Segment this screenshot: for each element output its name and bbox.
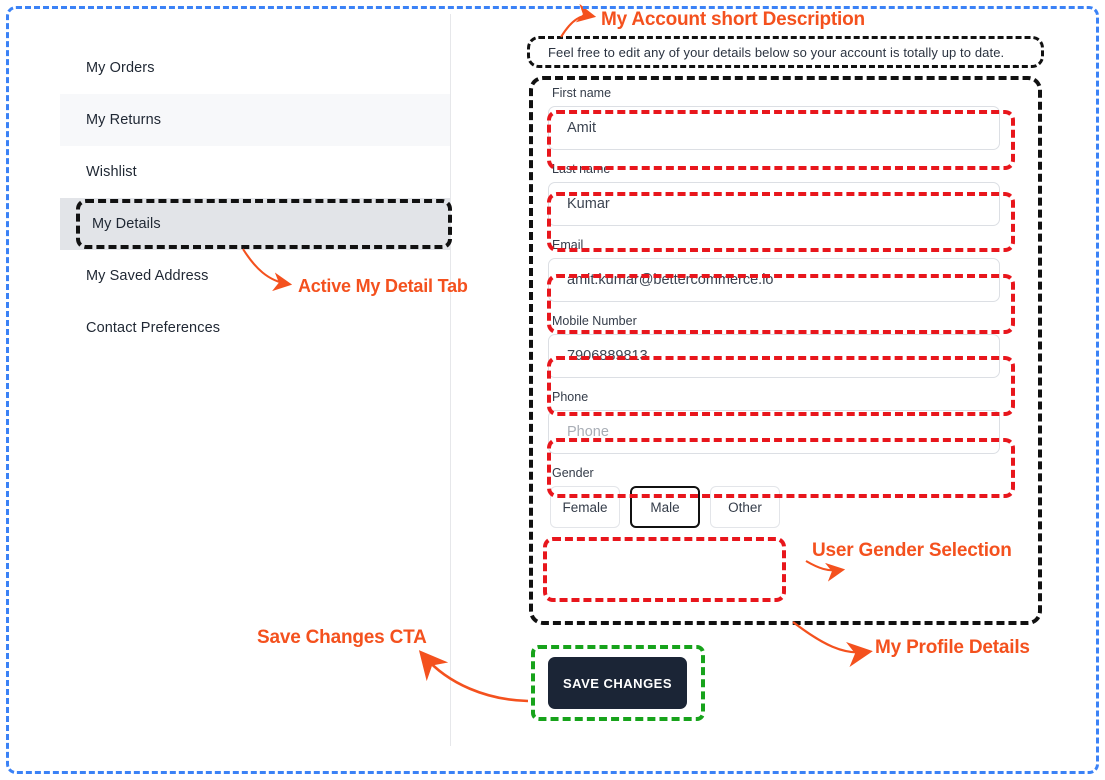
- sidebar-item-label: Wishlist: [86, 164, 137, 180]
- email-label: Email: [552, 238, 584, 252]
- sidebar-item-my-orders[interactable]: My Orders: [60, 42, 450, 94]
- gender-option-male[interactable]: Male: [630, 486, 700, 528]
- field-first-name: First name Amit: [548, 84, 1012, 150]
- gender-option-other[interactable]: Other: [710, 486, 780, 528]
- phone-input[interactable]: Phone: [548, 410, 1000, 454]
- column-divider: [450, 14, 451, 746]
- mobile-number-label: Mobile Number: [552, 314, 637, 328]
- field-email: Email amit.kumar@bettercommerce.io: [548, 236, 1012, 302]
- gender-option-female[interactable]: Female: [550, 486, 620, 528]
- last-name-input[interactable]: Kumar: [548, 182, 1000, 226]
- account-description: Feel free to edit any of your details be…: [548, 45, 1005, 60]
- callout-account-description: My Account short Description: [601, 9, 865, 30]
- sidebar-item-label: My Saved Address: [86, 268, 209, 284]
- email-input[interactable]: amit.kumar@bettercommerce.io: [548, 258, 1000, 302]
- sidebar-item-label: My Orders: [86, 60, 155, 76]
- field-last-name: Last name Kumar: [548, 160, 1012, 226]
- field-mobile-number: Mobile Number 7906889813: [548, 312, 1012, 378]
- sidebar-item-my-details[interactable]: My Details: [60, 198, 450, 250]
- callout-save-cta: Save Changes CTA: [257, 627, 427, 648]
- last-name-label: Last name: [552, 162, 611, 176]
- callout-active-tab: Active My Detail Tab: [298, 276, 468, 296]
- first-name-input[interactable]: Amit: [548, 106, 1000, 150]
- field-phone: Phone Phone: [548, 388, 1012, 454]
- mobile-number-input[interactable]: 7906889813: [548, 334, 1000, 378]
- sidebar-item-my-returns[interactable]: My Returns: [60, 94, 450, 146]
- callout-gender-selection: User Gender Selection: [812, 540, 1012, 561]
- first-name-label: First name: [552, 86, 612, 100]
- sidebar-item-contact-preferences[interactable]: Contact Preferences: [60, 302, 450, 354]
- gender-option-group: Female Male Other: [548, 486, 1012, 528]
- sidebar-item-label: My Details: [92, 216, 161, 232]
- screenshot-root: My Orders My Returns Wishlist My Details…: [0, 0, 1105, 780]
- phone-label: Phone: [552, 390, 589, 404]
- gender-label: Gender: [552, 466, 594, 480]
- my-details-form: First name Amit Last name Kumar Email am…: [548, 84, 1012, 528]
- account-sidebar-nav: My Orders My Returns Wishlist My Details…: [60, 42, 450, 354]
- save-changes-button[interactable]: SAVE CHANGES: [548, 657, 687, 709]
- sidebar-item-label: Contact Preferences: [86, 320, 221, 336]
- callout-profile-details: My Profile Details: [875, 637, 1030, 658]
- annotation-box-gender: [543, 537, 786, 602]
- sidebar-item-label: My Returns: [86, 112, 162, 128]
- sidebar-item-wishlist[interactable]: Wishlist: [60, 146, 450, 198]
